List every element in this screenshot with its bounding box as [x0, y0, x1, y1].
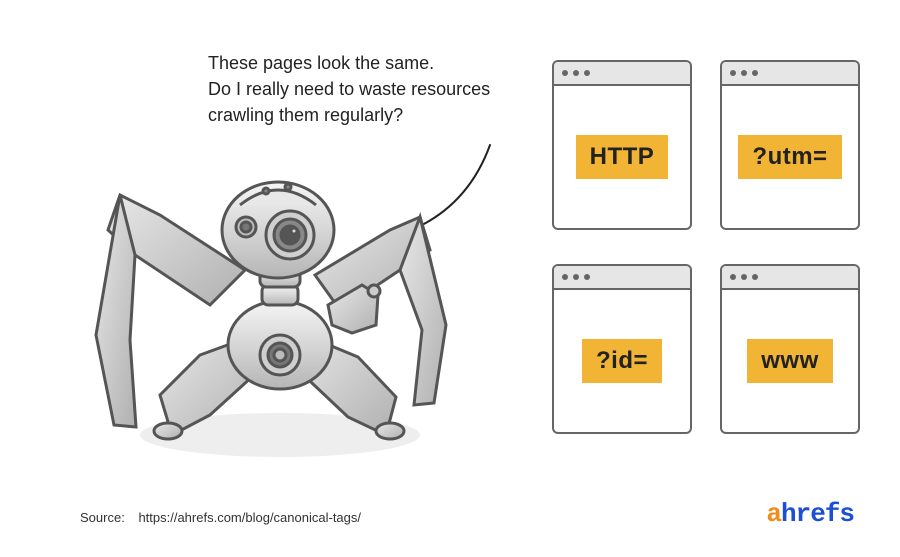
browser-window-id: ?id=	[552, 264, 692, 434]
window-dot-icon	[741, 70, 747, 76]
logo-accent-letter: a	[766, 499, 781, 529]
window-titlebar	[722, 266, 858, 290]
speech-line-3: crawling them regularly?	[208, 105, 403, 125]
window-dot-icon	[741, 274, 747, 280]
window-dot-icon	[584, 274, 590, 280]
crawler-robot-icon	[90, 135, 470, 475]
browser-window-utm: ?utm=	[720, 60, 860, 230]
window-body: ?utm=	[722, 86, 858, 228]
page-label-badge: www	[747, 339, 833, 383]
source-citation: Source: https://ahrefs.com/blog/canonica…	[80, 510, 361, 525]
speech-line-2: Do I really need to waste resources	[208, 79, 490, 99]
browser-window-http: HTTP	[552, 60, 692, 230]
speech-bubble-text: These pages look the same. Do I really n…	[208, 50, 548, 128]
browser-windows-grid: HTTP ?utm= ?id= www	[552, 60, 860, 434]
window-titlebar	[554, 62, 690, 86]
window-dot-icon	[752, 274, 758, 280]
source-url-text: https://ahrefs.com/blog/canonical-tags/	[138, 510, 361, 525]
speech-tail-icon	[420, 140, 500, 230]
ahrefs-logo: ahrefs	[766, 499, 854, 529]
window-titlebar	[722, 62, 858, 86]
window-dot-icon	[562, 274, 568, 280]
browser-window-www: www	[720, 264, 860, 434]
window-body: ?id=	[554, 290, 690, 432]
page-label-badge: ?utm=	[738, 135, 841, 179]
window-body: HTTP	[554, 86, 690, 228]
window-dot-icon	[730, 70, 736, 76]
window-body: www	[722, 290, 858, 432]
window-dot-icon	[752, 70, 758, 76]
page-label-badge: HTTP	[576, 135, 669, 179]
logo-rest: hrefs	[781, 499, 854, 529]
page-label-badge: ?id=	[582, 339, 662, 383]
window-dot-icon	[573, 70, 579, 76]
source-label: Source:	[80, 510, 125, 525]
window-dot-icon	[584, 70, 590, 76]
window-dot-icon	[730, 274, 736, 280]
window-titlebar	[554, 266, 690, 290]
speech-line-1: These pages look the same.	[208, 53, 434, 73]
window-dot-icon	[573, 274, 579, 280]
window-dot-icon	[562, 70, 568, 76]
